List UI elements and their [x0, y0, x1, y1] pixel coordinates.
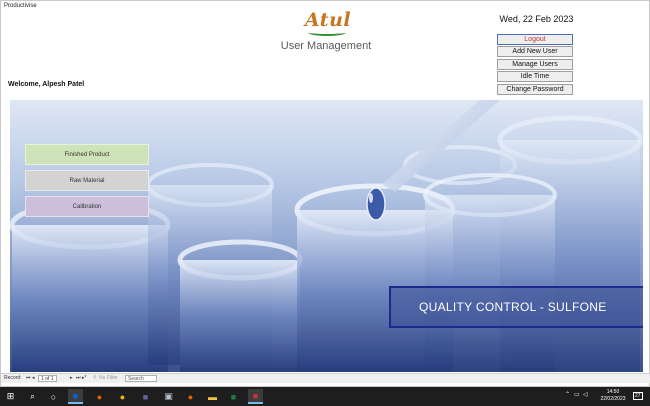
window-title: Productivise: [4, 3, 37, 9]
record-navigation-bar: Record: ⏮ ◂ 1 of 1 ▸ ⏭ ▸* ⚲ No Filter Se…: [1, 373, 650, 383]
next-record-icon[interactable]: ▸: [70, 375, 73, 382]
notification-icon[interactable]: 27: [633, 392, 643, 400]
lab-glassware-image: [10, 100, 643, 372]
app-window: Productivise Atul User Management Wed, 2…: [0, 0, 650, 387]
change-password-button[interactable]: Change Password: [497, 84, 573, 95]
clock-date: 22/02/2023: [600, 396, 626, 402]
system-clock[interactable]: 14:50 22/02/2023: [598, 389, 628, 403]
file-explorer-icon[interactable]: ▬: [205, 389, 220, 404]
manage-users-button[interactable]: Manage Users: [497, 59, 573, 70]
logout-button[interactable]: Logout: [497, 34, 573, 45]
record-position-field[interactable]: 1 of 1: [38, 375, 57, 382]
page-subtitle: User Management: [280, 40, 372, 52]
welcome-message: Welcome, Alpesh Patel: [8, 81, 85, 88]
network-icon[interactable]: ▭: [574, 391, 580, 398]
filter-status[interactable]: No Filter: [99, 375, 118, 382]
previous-record-icon[interactable]: ◂: [32, 375, 35, 382]
firefox-icon[interactable]: ●: [183, 389, 198, 404]
filter-icon[interactable]: ⚲: [93, 375, 97, 382]
new-record-icon[interactable]: ▸*: [82, 375, 86, 382]
hero-image: Finished Product Raw Material Calibratio…: [10, 100, 643, 372]
logo-swoosh-icon: [308, 29, 346, 36]
windows-start-icon[interactable]: ⊞: [3, 389, 18, 404]
idle-time-button[interactable]: Idle Time: [497, 71, 573, 82]
volume-icon[interactable]: ◁: [583, 391, 588, 398]
task-view-icon[interactable]: ○: [46, 389, 61, 404]
clock-time: 14:50: [606, 389, 620, 395]
excel-icon[interactable]: ■: [226, 389, 241, 404]
raw-material-button[interactable]: Raw Material: [25, 170, 149, 191]
record-label: Record:: [4, 375, 22, 381]
add-new-user-button[interactable]: Add New User: [497, 46, 573, 57]
teams-icon[interactable]: ■: [138, 389, 153, 404]
windows-taskbar: ⊞ ⌕ ○ ■ ● ● ■ ▣ ● ▬ ■ ▤ ■ ⌃ ▭ ◁ 14:50 22…: [0, 387, 650, 406]
firefox-icon[interactable]: ●: [92, 389, 107, 404]
calibration-button[interactable]: Calibration: [25, 196, 149, 217]
notification-count: 27: [635, 393, 641, 399]
company-logo: Atul: [298, 9, 358, 39]
last-record-icon[interactable]: ⏭: [76, 375, 81, 382]
app-group-icon[interactable]: ▣: [161, 389, 176, 404]
access-icon[interactable]: ■: [248, 389, 263, 404]
show-hidden-icons-icon[interactable]: ⌃: [565, 391, 570, 398]
logo-text: Atul: [304, 9, 352, 31]
first-record-icon[interactable]: ⏮: [26, 375, 31, 382]
record-search-input[interactable]: Search: [125, 375, 157, 382]
chrome-icon[interactable]: ●: [115, 389, 130, 404]
finished-product-button[interactable]: Finished Product: [25, 144, 149, 165]
outlook-icon[interactable]: ■: [68, 389, 83, 404]
quality-control-banner: QUALITY CONTROL - SULFONE: [389, 286, 643, 328]
current-date: Wed, 22 Feb 2023: [499, 14, 574, 24]
search-icon[interactable]: ⌕: [25, 389, 40, 404]
